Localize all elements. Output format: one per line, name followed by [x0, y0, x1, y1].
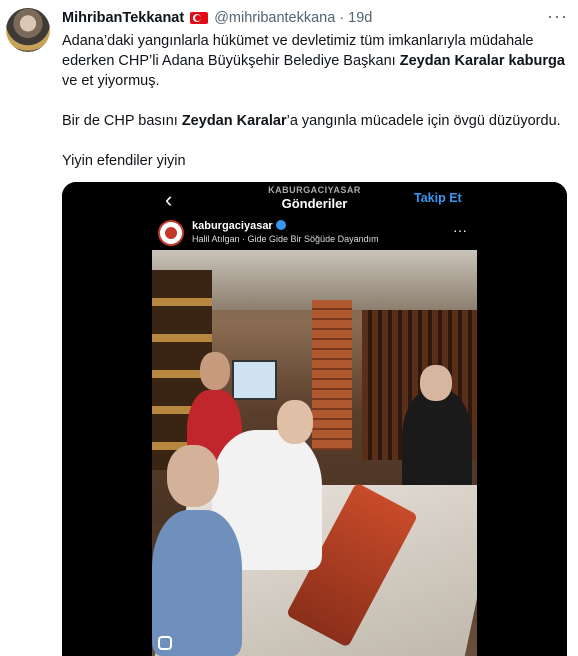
- man-head: [420, 365, 452, 401]
- video-frame[interactable]: [152, 250, 477, 656]
- ig-page-title: Gönderiler: [281, 196, 348, 211]
- waiter-head: [200, 352, 230, 390]
- instagram-header: ‹ KABURGACIYASAR Gönderiler Takip Et: [62, 182, 567, 218]
- tweet-paragraph-3: Yiyin efendiler yiyin: [62, 153, 186, 169]
- user-handle[interactable]: @mihribantekkana: [214, 10, 335, 26]
- verified-badge-icon: [275, 220, 286, 230]
- separator: ·: [339, 10, 345, 26]
- tweet-header: MihribanTekkanat @mihribantekkana · 19d: [62, 8, 568, 28]
- text-segment: ve et yiyormuş.: [62, 73, 160, 89]
- text-segment: Bir de CHP basını: [62, 113, 182, 129]
- turkey-flag-icon: [190, 12, 209, 24]
- tweet[interactable]: MihribanTekkanat @mihribantekkana · 19d …: [0, 0, 578, 656]
- man-blue-jacket-head: [167, 445, 219, 507]
- tweet-media[interactable]: ‹ KABURGACIYASAR Gönderiler Takip Et kab…: [62, 182, 567, 656]
- bold-segment: Zeydan Karalar kaburga: [399, 53, 565, 69]
- bold-segment: Zeydan Karalar: [181, 113, 287, 129]
- instagram-icon[interactable]: [158, 636, 172, 650]
- ig-avatar[interactable]: [158, 220, 184, 246]
- display-name[interactable]: MihribanTekkanat: [62, 10, 184, 26]
- ig-username[interactable]: kaburgaciyasar: [192, 220, 273, 232]
- ig-more-icon[interactable]: ···: [453, 222, 467, 238]
- more-options-icon[interactable]: ···: [547, 6, 568, 27]
- ig-post-header: kaburgaciyasar Halil Atılgan · Gide Gide…: [152, 218, 477, 250]
- man-white-shirt-head: [277, 400, 313, 444]
- wall-screen: [232, 360, 277, 400]
- tweet-text: Adana’daki yangınlarla hükümet ve devlet…: [62, 31, 572, 171]
- avatar[interactable]: [6, 8, 50, 52]
- ig-username-row[interactable]: kaburgaciyasar: [192, 220, 286, 232]
- ig-account-label: KABURGACIYASAR: [268, 185, 361, 195]
- follow-button[interactable]: Takip Et: [414, 191, 462, 205]
- timestamp[interactable]: 19d: [348, 10, 372, 26]
- text-segment: ’a yangınla mücadele için övgü düzüyordu…: [286, 113, 561, 129]
- man-blue-jacket: [152, 510, 242, 656]
- tweet-paragraph-2: Bir de CHP basını Zeydan Karalar’a yangı…: [62, 111, 572, 131]
- brick-pillar: [312, 300, 352, 450]
- ig-music-label[interactable]: Halil Atılgan · Gide Gide Bir Söğüde Day…: [192, 234, 379, 244]
- tweet-paragraph-1: Adana’daki yangınlarla hükümet ve devlet…: [62, 31, 572, 91]
